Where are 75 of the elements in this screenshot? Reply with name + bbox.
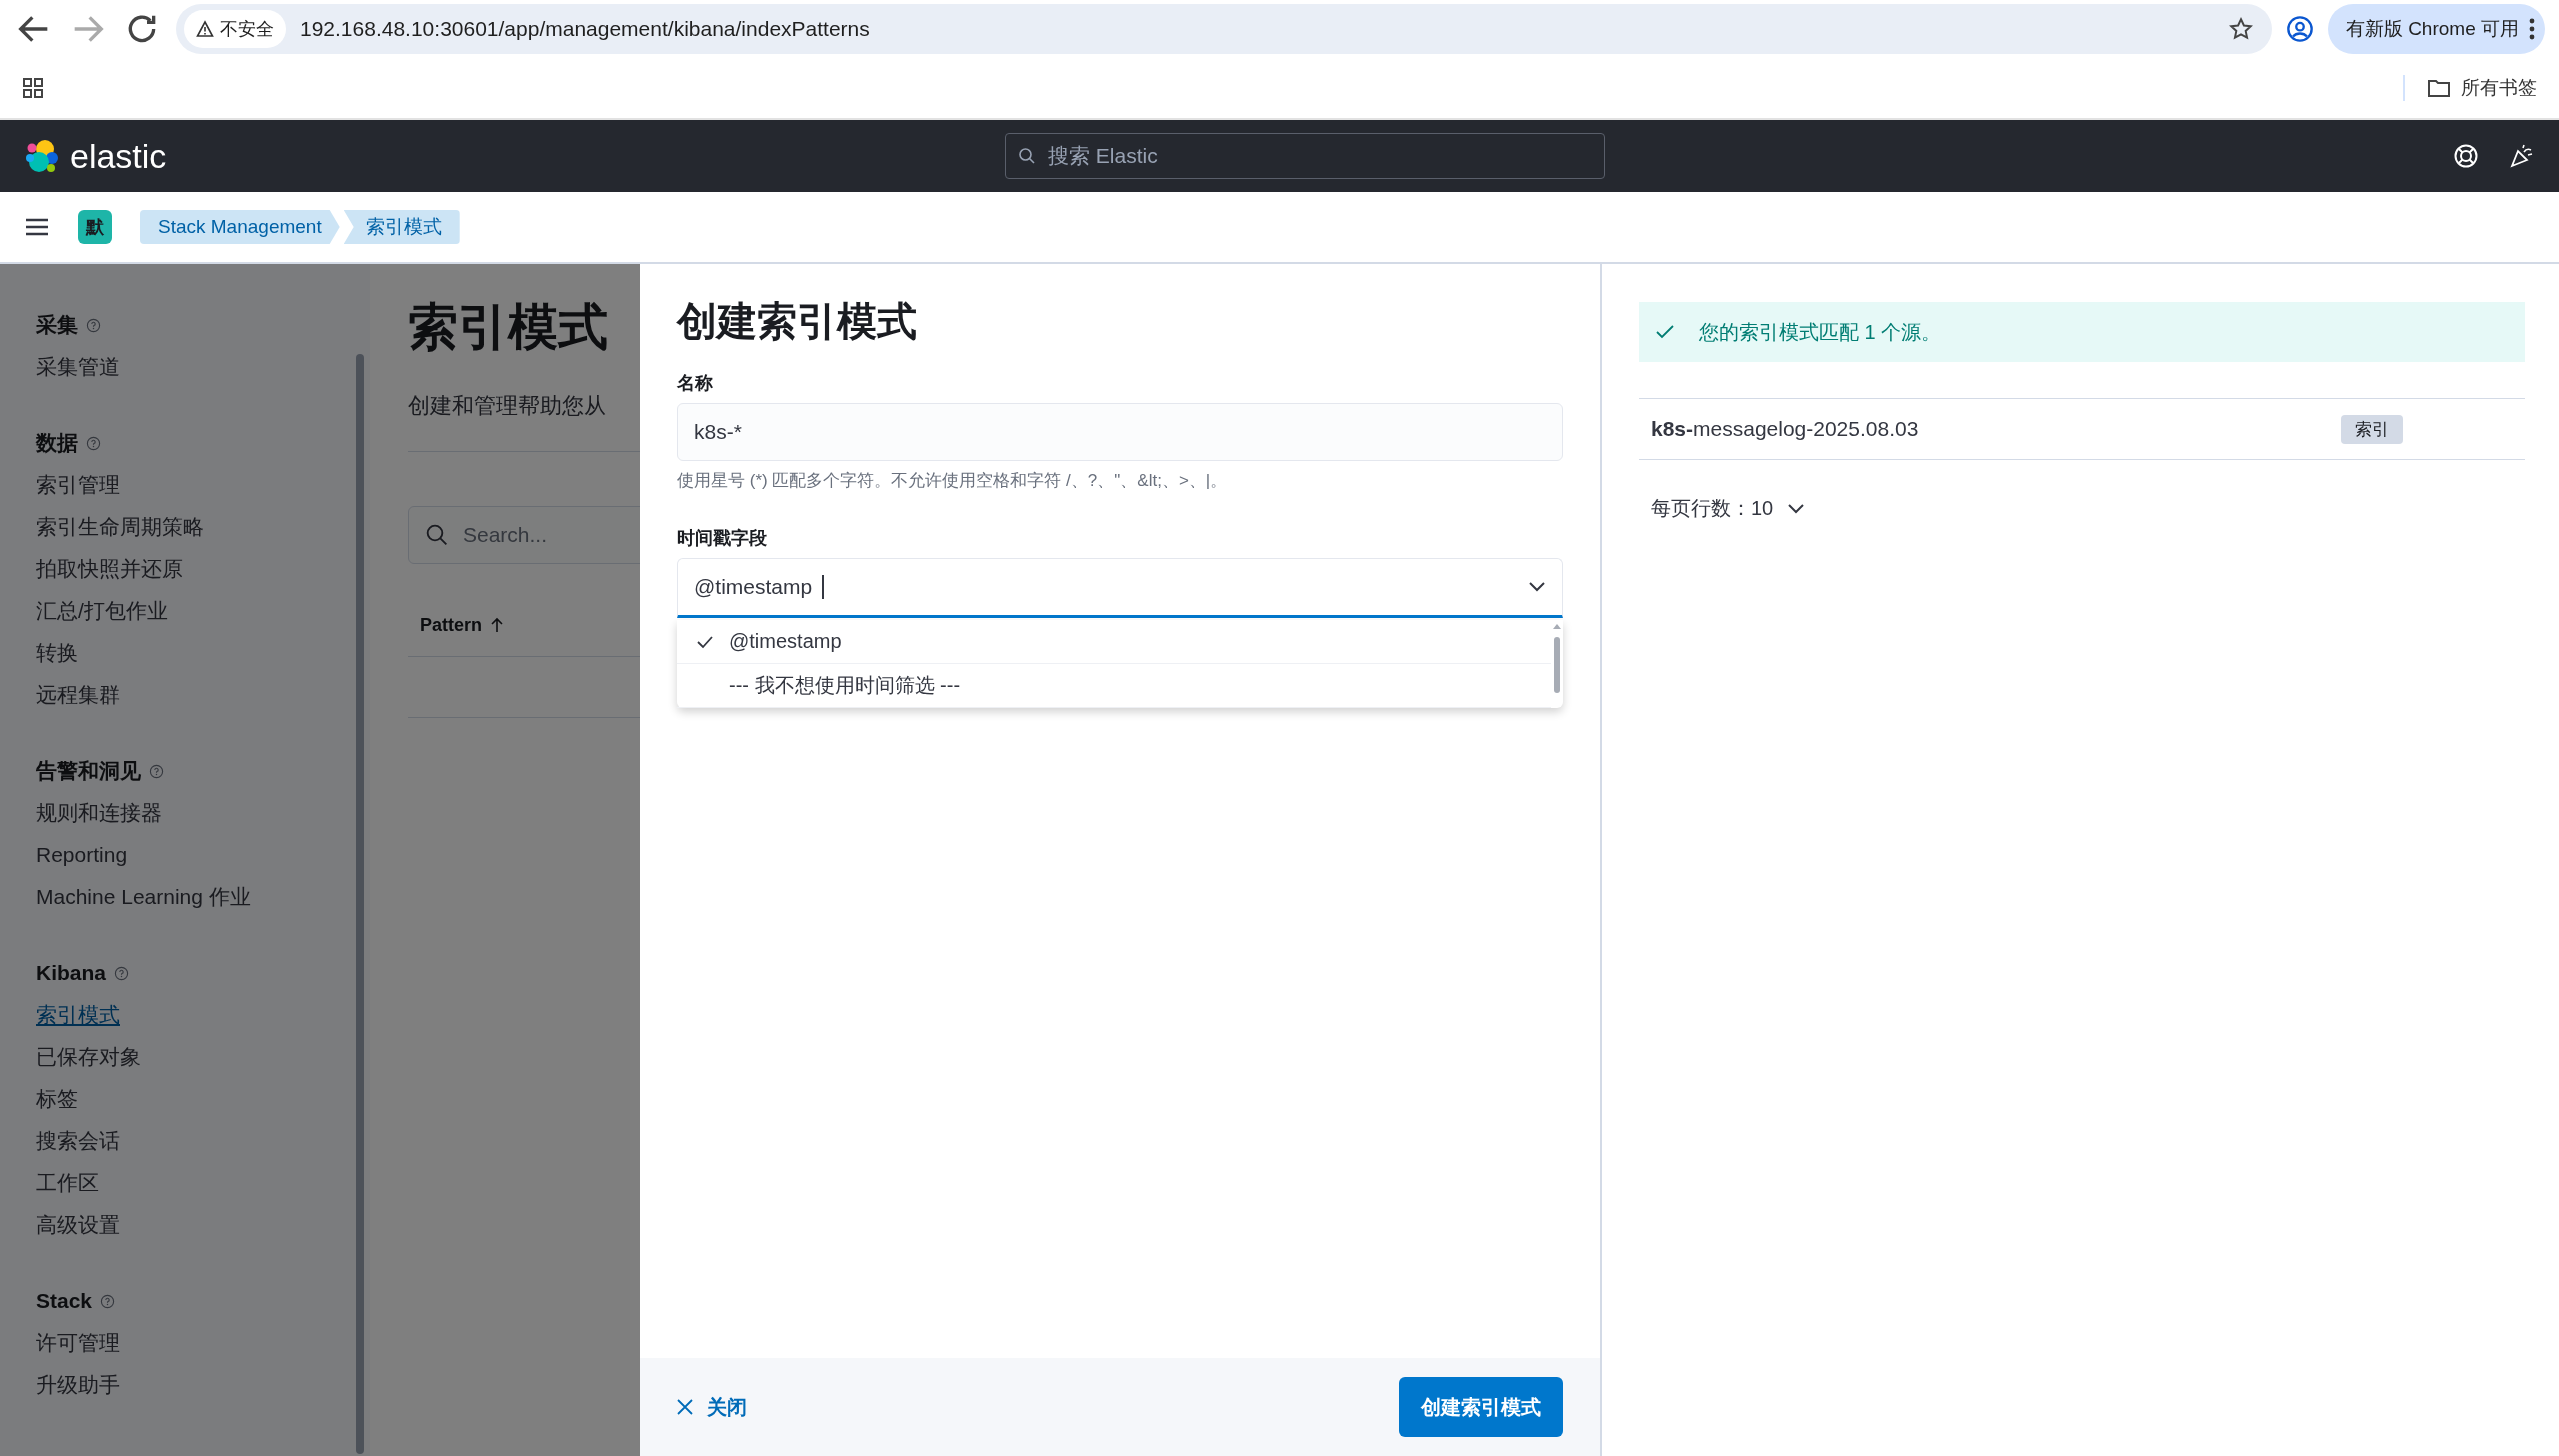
help-icon[interactable] [86,317,101,333]
search-field[interactable]: 搜索 Elastic [1005,133,1605,179]
sidebar-item[interactable]: 拍取快照并还原 [36,548,370,590]
sidebar-item[interactable]: 规则和连接器 [36,792,370,834]
breadcrumb[interactable]: 索引模式 [343,210,460,244]
section-title: 采集 [36,312,78,338]
help-icon[interactable] [114,965,129,981]
scroll-up-arrow-icon[interactable] [1553,624,1561,629]
space-avatar[interactable]: 默 [78,210,112,244]
url-text[interactable]: 192.168.48.10:30601/app/management/kibana/indexPatterns [300,17,2214,41]
column-header[interactable]: Pattern [420,614,504,636]
name-input-field[interactable]: k8s-* [677,403,1563,461]
close-icon [677,1399,693,1415]
sort-up-icon [490,617,504,633]
warning-icon [196,20,214,38]
help-icon[interactable] [149,763,164,779]
sidebar-item[interactable]: 搜索会话 [36,1120,370,1162]
dropdown-option[interactable]: @timestamp [677,620,1551,664]
bookmark-star-icon[interactable] [2227,16,2254,42]
sidebar-item[interactable]: Reporting [36,834,370,876]
update-chrome-button[interactable]: 有新版 Chrome 可用 [2327,4,2545,54]
index-tag: 索引 [2341,414,2403,444]
flyout-title: 创建索引模式 [677,298,918,345]
section-title: Kibana [36,961,106,985]
create-button[interactable]: 创建索引模式 [1399,1377,1563,1437]
bookmarks-folder[interactable]: 所有书签 [2427,75,2537,101]
search-icon [1018,147,1036,165]
text-cursor [822,575,824,599]
success-callout: 您的索引模式匹配 1 个源。 [1639,302,2525,362]
elastic-logo[interactable]: elastic [24,136,167,176]
page-title: 索引模式 [408,298,609,357]
chevron-down-icon [1528,581,1546,593]
sidebar-item[interactable]: 升级助手 [36,1364,370,1406]
search-field[interactable]: Search... [408,506,640,564]
sidebar-item[interactable]: 高级设置 [36,1204,370,1246]
sidebar-item[interactable]: 采集管道 [36,346,370,388]
sidebar-item[interactable]: 索引模式 [36,994,370,1036]
breadcrumb[interactable]: Stack Management [140,210,340,244]
field-label: 名称 [677,372,714,395]
sidebar-item[interactable]: 许可管理 [36,1322,370,1364]
sidebar-item[interactable]: 转换 [36,632,370,674]
section-title: 数据 [36,430,78,456]
sidebar-item[interactable]: 远程集群 [36,674,370,716]
index-name: k8s-messagelog-2025.08.03 [1651,417,1920,441]
sidebar-item[interactable]: 已保存对象 [36,1036,370,1078]
sidebar-item[interactable]: 标签 [36,1078,370,1120]
sidebar-item[interactable]: 索引管理 [36,464,370,506]
close-button[interactable]: 关闭 [677,1393,747,1421]
sidebar-item[interactable]: 索引生命周期策略 [36,506,370,548]
dropdown-option[interactable]: --- 我不想使用时间筛选 --- [677,664,1551,708]
timestamp-combo-box[interactable]: @timestamp [677,558,1563,618]
profile-icon[interactable] [2285,15,2314,43]
security-chip[interactable]: 不安全 [184,10,286,48]
page-description: 创建和管理帮助您从 [408,393,606,418]
section-title: Stack [36,1289,93,1313]
cluster-logo-icon [24,138,60,174]
section-title: 告警和洞见 [36,758,141,784]
sidebar-item[interactable]: Machine Learning 作业 [36,876,370,918]
sidebar-item[interactable]: 工作区 [36,1162,370,1204]
apps-grid-icon[interactable] [22,77,44,99]
scrollbar[interactable] [356,354,364,1454]
party-popper-icon[interactable] [2509,143,2535,169]
folder-icon [2427,78,2451,98]
menu-icon[interactable] [24,217,50,237]
help-lifebuoy-icon[interactable] [2453,143,2479,169]
help-icon[interactable] [100,1293,116,1309]
field-label: 时间戳字段 [677,527,768,550]
rows-per-page-button[interactable]: 每页行数：10 [1639,494,1812,523]
check-icon [1655,324,1675,340]
sidebar-item[interactable]: 汇总/打包作业 [36,590,370,632]
chevron-down-icon [1787,502,1806,515]
more-icon [2529,18,2535,40]
help-icon[interactable] [86,435,101,451]
field-help-text: 使用星号 (*) 匹配多个字符。不允许使用空格和字符 /、?、"、&lt;、>、|。 [677,470,1229,492]
search-icon [425,523,449,547]
